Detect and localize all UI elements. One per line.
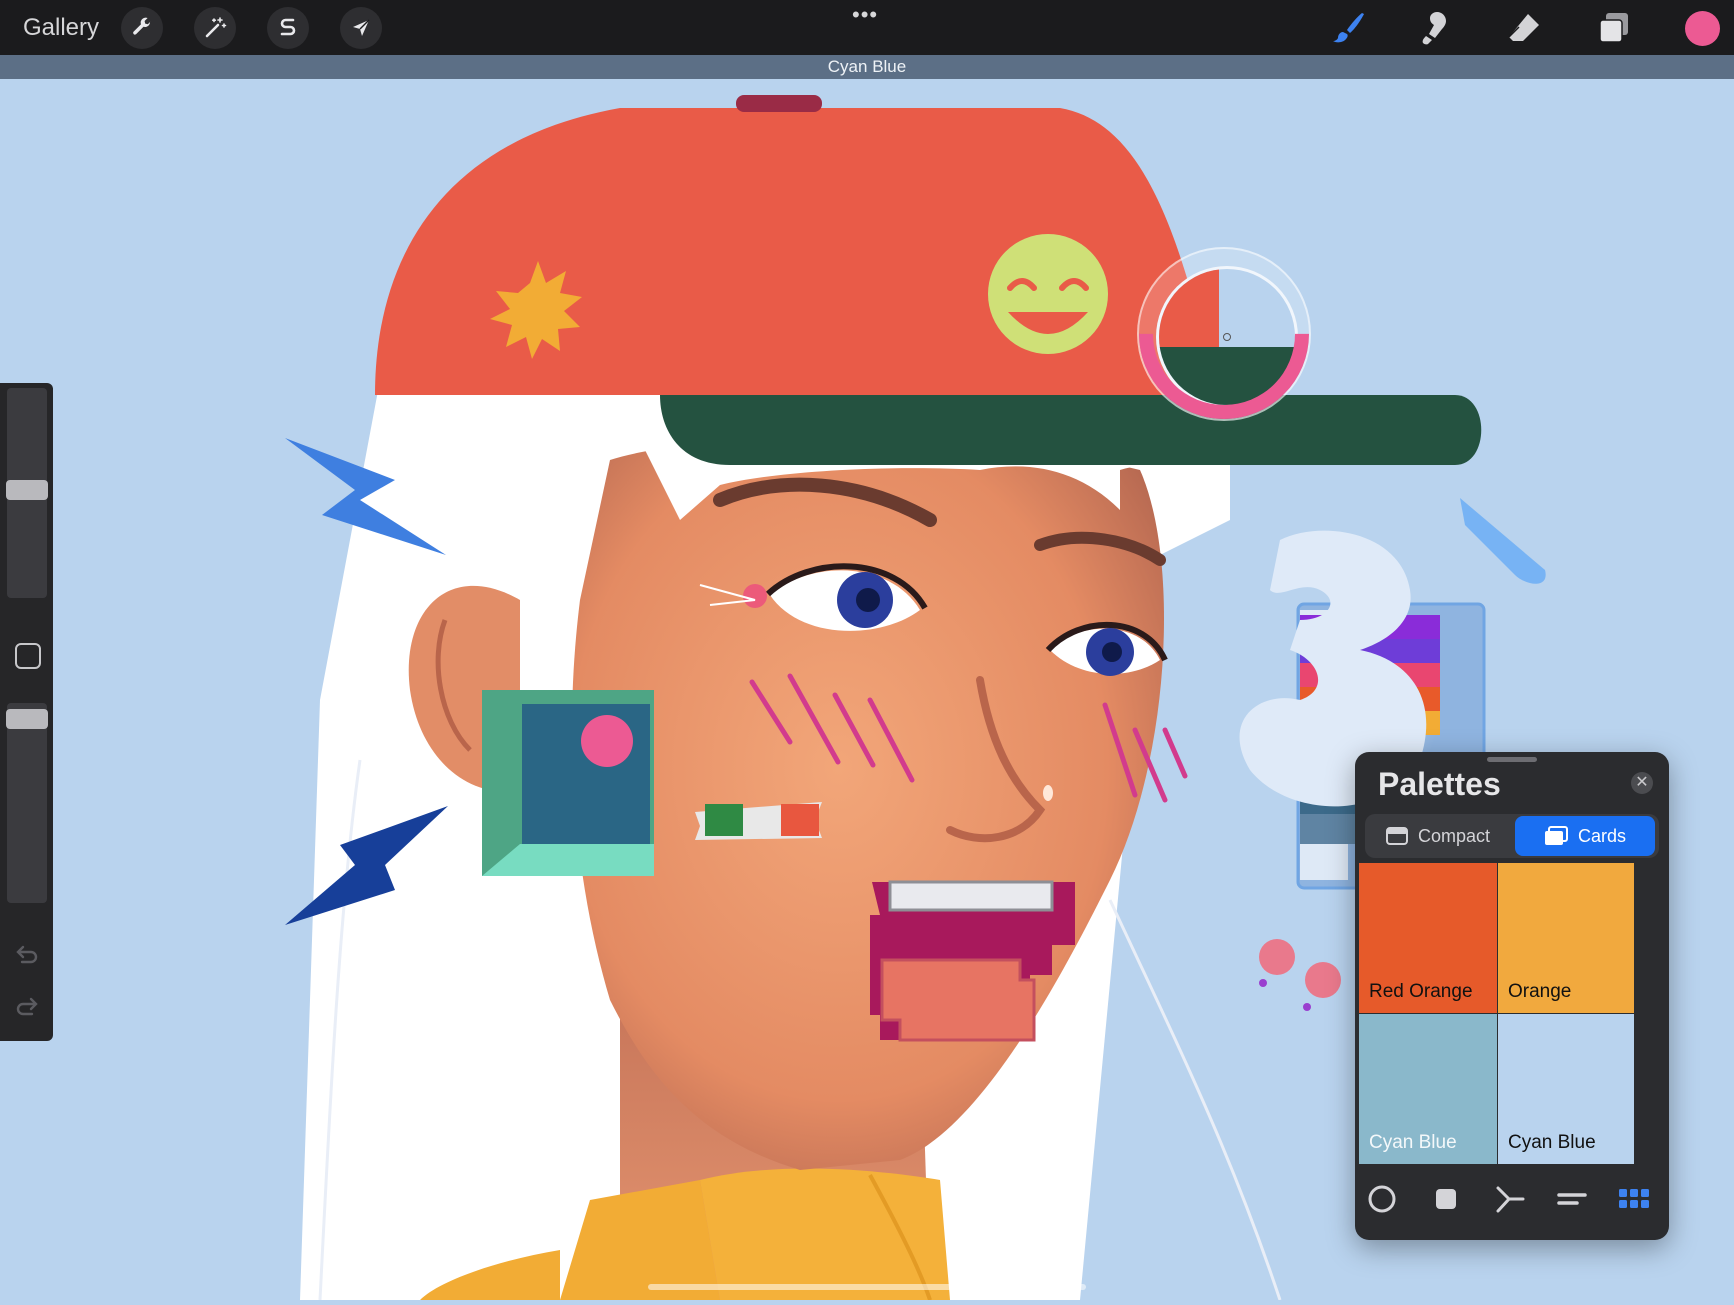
swatch-name: Red Orange [1369,981,1473,1002]
eraser-icon [1508,14,1539,41]
harmony-icon [1496,1186,1525,1213]
palettes-mode-button[interactable] [1617,1182,1651,1216]
transform-button[interactable] [340,7,382,49]
harmony-mode-button[interactable] [1493,1182,1527,1216]
palettes-panel: Palettes ✕ Compact Cards Red Orange Oran… [1355,752,1669,1240]
smudge-tool-button[interactable] [1414,6,1458,50]
color-mode-bar [1355,1160,1669,1240]
palette-view-segmented-control: Compact Cards [1365,814,1659,858]
opacity-slider[interactable] [7,703,47,903]
redo-button[interactable] [14,995,40,1021]
wrench-icon [133,17,151,35]
tab-compact-label: Compact [1417,825,1491,846]
close-icon: ✕ [1635,774,1649,791]
panel-drag-handle[interactable] [1487,757,1537,762]
color-picker-loupe[interactable] [1103,213,1345,455]
smudge-icon [1422,12,1446,45]
magic-wand-icon [205,17,227,38]
home-indicator[interactable] [648,1284,1086,1290]
redo-icon [16,997,38,1016]
disc-mode-button[interactable] [1365,1182,1399,1216]
undo-icon [16,945,38,964]
palettes-title: Palettes [1378,766,1501,802]
layers-button[interactable] [1592,6,1636,50]
close-palettes-button[interactable]: ✕ [1631,772,1653,794]
tab-cards-label: Cards [1577,825,1626,846]
value-mode-button[interactable] [1555,1182,1589,1216]
modify-button[interactable] [15,643,41,669]
left-sidebar [0,383,53,1041]
swatch-name: Cyan Blue [1369,1132,1457,1153]
classic-mode-button[interactable] [1429,1182,1463,1216]
classic-icon [1436,1189,1456,1209]
erase-tool-button[interactable] [1502,6,1546,50]
adjustments-button[interactable] [194,7,236,49]
paint-tool-button[interactable] [1326,6,1370,50]
selection-button[interactable] [267,7,309,49]
undo-button[interactable] [14,943,40,969]
current-color-button[interactable] [1685,11,1720,46]
top-toolbar: Gallery ••• [0,0,1734,55]
arrow-cursor-icon [353,19,370,36]
swatch-name: Orange [1508,981,1572,1002]
layers-icon [1599,13,1628,43]
tab-cards[interactable]: Cards [1515,816,1655,856]
swatch-name: Cyan Blue [1508,1132,1596,1153]
selection-s-icon [280,18,296,36]
gallery-button[interactable]: Gallery [23,14,99,42]
opacity-thumb[interactable] [6,709,48,729]
swatch-card[interactable]: Red Orange [1359,863,1497,1013]
swatch-card[interactable]: Cyan Blue [1359,1014,1497,1164]
actions-button[interactable] [121,7,163,49]
brush-icon [1333,13,1364,43]
brush-size-thumb[interactable] [6,480,48,500]
value-icon [1557,1193,1587,1205]
more-options-handle[interactable]: ••• [852,2,878,28]
swatch-card[interactable]: Cyan Blue [1498,1014,1634,1164]
swatch-card[interactable]: Orange [1498,863,1634,1013]
tab-compact[interactable]: Compact [1369,816,1507,856]
palettes-grid-icon [1619,1189,1649,1208]
color-name-bar: Cyan Blue [0,55,1734,79]
disc-icon [1368,1185,1396,1213]
cards-icon [1544,826,1568,845]
compact-icon [1385,827,1408,845]
